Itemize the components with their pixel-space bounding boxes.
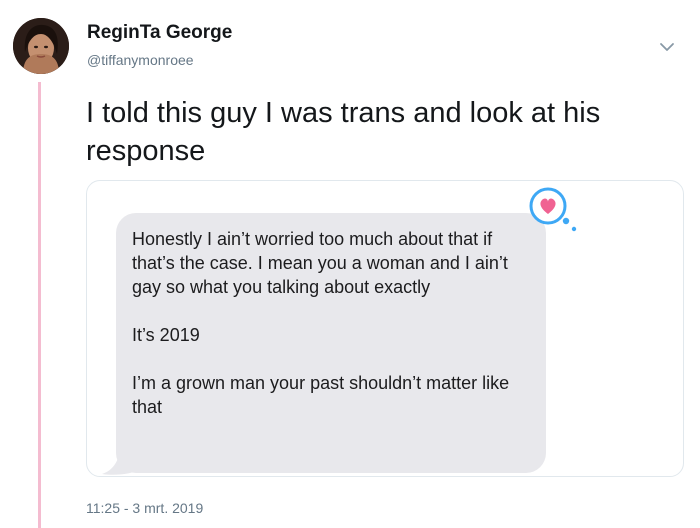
tweet-text: I told this guy I was trans and look at …: [86, 97, 601, 167]
message-paragraph: I’m a grown man your past shouldn’t matt…: [132, 373, 510, 417]
tweet-timestamp[interactable]: 11:25 - 3 mrt. 2019: [86, 500, 203, 516]
user-handle[interactable]: @tiffanymonroee: [87, 52, 194, 68]
avatar-image: [13, 18, 69, 74]
heart-icon: [529, 187, 577, 232]
heart-reaction-badge: [526, 184, 586, 240]
message-paragraph: It’s 2019: [132, 325, 200, 345]
avatar[interactable]: [13, 18, 69, 74]
chevron-down-icon[interactable]: [656, 36, 678, 58]
display-name[interactable]: ReginTa George: [87, 22, 232, 44]
thread-line: [38, 82, 41, 528]
message-paragraph: Honestly I ain’t worried too much about …: [132, 229, 508, 297]
message-bubble: Honestly I ain’t worried too much about …: [116, 213, 546, 473]
